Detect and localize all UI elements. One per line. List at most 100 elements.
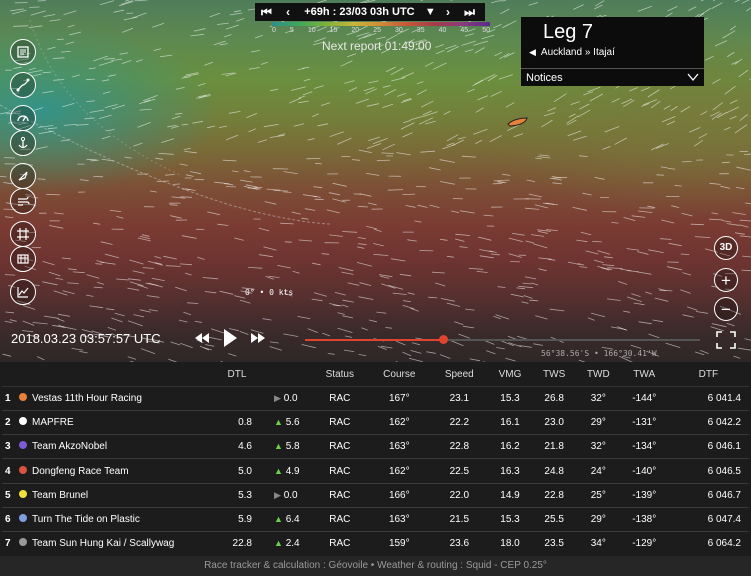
team-name[interactable]: Dongfeng Race Team (32, 458, 222, 484)
col-dtl[interactable]: DTL (222, 364, 252, 387)
vmg-value: 14.9 (487, 483, 533, 508)
team-color-dot (14, 458, 32, 484)
col-twd[interactable]: TWD (575, 364, 621, 387)
leg-route: ◀ Auckland » Itajaí (529, 47, 615, 58)
team-name[interactable]: Team Brunel (32, 483, 222, 508)
fullscreen-icon[interactable] (716, 331, 736, 349)
twa-value: -139° (620, 483, 668, 508)
col-course[interactable]: Course (367, 364, 431, 387)
twa-value: -131° (620, 410, 668, 436)
caret-left-icon[interactable]: ◀ (529, 47, 536, 57)
gauge-icon[interactable] (10, 105, 36, 131)
boat-marker[interactable] (507, 117, 529, 127)
tws-value: 21.8 (532, 434, 576, 460)
col-rank (2, 364, 14, 387)
team-name[interactable]: Vestas 11th Hour Racing (32, 386, 222, 411)
ranking-row[interactable]: 1 Vestas 11th Hour Racing ▶ 0.0 RAC 167° 23.1… (2, 386, 749, 411)
col-vmg[interactable]: VMG (487, 364, 533, 387)
leg-route-label: Auckland » Itajaí (540, 47, 615, 58)
wind-speed-tick: 50 (482, 27, 490, 34)
status-value: RAC (312, 531, 368, 557)
rewind-icon[interactable] (194, 332, 210, 344)
tws-value: 25.5 (532, 507, 576, 533)
triangle-up-icon: ▲ (274, 538, 283, 549)
dtl-value: 4.6 (222, 434, 252, 460)
twa-value: -138° (620, 507, 668, 533)
team-name[interactable]: MAPFRE (32, 410, 222, 436)
zoom-out-button[interactable]: − (714, 297, 738, 321)
delta-value: 6.4 (285, 514, 300, 526)
layers-icon[interactable] (10, 246, 36, 272)
anchor-icon[interactable] (10, 130, 36, 156)
route-icon[interactable] (10, 72, 36, 98)
step-forward-icon[interactable]: › (446, 5, 454, 19)
play-icon[interactable] (222, 328, 238, 348)
team-name[interactable]: Turn The Tide on Plastic (32, 507, 222, 533)
team-color-dot (14, 483, 32, 508)
wind-speed-tick: 25 (373, 27, 381, 34)
wind-icon[interactable] (10, 188, 36, 214)
step-back-icon[interactable]: ‹ (286, 5, 294, 19)
boat-list-icon[interactable] (10, 39, 36, 65)
ranking-row[interactable]: 3 Team AkzoNobel 4.6 ▲ 5.8 RAC 163° 22.8 16.2 21… (2, 434, 749, 460)
rank-number: 3 (2, 434, 14, 460)
zoom-in-button[interactable]: + (714, 268, 738, 292)
ranking-row[interactable]: 5 Team Brunel 5.3 ▶ 0.0 RAC 166° 22.0 14.9 22.8 2… (2, 483, 749, 508)
skip-first-icon[interactable]: ⏮ (261, 5, 276, 20)
grid-icon[interactable] (10, 221, 36, 247)
course-value: 163° (367, 434, 431, 460)
delta-value: 2.4 (285, 538, 300, 550)
skip-last-icon[interactable]: ⏭ (464, 5, 479, 20)
vmg-value: 15.3 (487, 507, 533, 533)
notices-dropdown[interactable]: Notices (521, 68, 704, 86)
delta-cell: ▲ 4.9 (252, 458, 312, 484)
col-twa[interactable]: TWA (620, 364, 668, 387)
triangle-up-icon: ▲ (274, 441, 283, 452)
wind-speed-tick: 35 (416, 27, 425, 34)
col-tws[interactable]: TWS (532, 364, 576, 387)
fast-forward-icon[interactable] (250, 332, 266, 344)
rank-number: 2 (2, 410, 14, 436)
rank-number: 1 (2, 386, 14, 411)
delta-cell: ▶ 0.0 (252, 483, 312, 508)
team-name[interactable]: Team AkzoNobel (32, 434, 222, 460)
team-color-dot (14, 531, 32, 557)
wind-speed-gradient (272, 22, 490, 26)
dtf-value: 6 047.4 (667, 507, 749, 533)
team-color-swatch (19, 514, 27, 523)
speed-value: 22.0 (430, 483, 488, 508)
wind-speed-tick: 40 (438, 27, 447, 34)
wind-speed-legend: 0 5 10 15 20 25 30 35 40 45 50 (272, 22, 490, 34)
triangle-right-icon: ▶ (274, 489, 281, 500)
status-value: RAC (312, 483, 368, 508)
speed-value: 22.2 (430, 410, 488, 436)
playback-timeline[interactable] (305, 335, 700, 344)
team-color-swatch (19, 489, 27, 498)
weather-map[interactable]: ⏮ ‹ +69h : 23/03 03h UTC ▼ › ⏭ 0 5 10 15 20 2… (0, 0, 751, 362)
delta-value: 5.8 (285, 441, 300, 453)
view-3d-button[interactable]: 3D (714, 236, 738, 260)
dtf-value: 6 041.4 (667, 386, 749, 411)
col-dtf[interactable]: DTF (667, 364, 749, 387)
compass-icon[interactable] (10, 163, 36, 189)
team-color-swatch (19, 392, 27, 401)
chevron-down-icon[interactable]: ▼ (425, 6, 436, 18)
tws-value: 23.0 (532, 410, 576, 436)
team-name[interactable]: Team Sun Hung Kai / Scallywag (32, 531, 222, 557)
ranking-row[interactable]: 2 MAPFRE 0.8 ▲ 5.6 RAC 162° 22.2 16.1 23.0 29° -13… (2, 410, 749, 436)
col-speed[interactable]: Speed (430, 364, 488, 387)
ranking-row[interactable]: 4 Dongfeng Race Team 5.0 ▲ 4.9 RAC 162° 22.5 16… (2, 458, 749, 484)
dtl-value (222, 386, 252, 411)
next-report-countdown: Next report 01:49:00 (322, 39, 432, 53)
delta-cell: ▲ 2.4 (252, 531, 312, 557)
ranking-row[interactable]: 6 Turn The Tide on Plastic 5.9 ▲ 6.4 RAC 163°… (2, 507, 749, 533)
col-status[interactable]: Status (312, 364, 368, 387)
timeline-progress (305, 339, 444, 341)
credits-footer: Race tracker & calculation : Géovoile • … (0, 556, 751, 576)
cursor-coordinates: 56°38.56'S • 166°30.41'W (541, 349, 657, 358)
course-value: 166° (367, 483, 431, 508)
ranking-row[interactable]: 7 Team Sun Hung Kai / Scallywag 22.8 ▲ 2.4 R… (2, 531, 749, 557)
chart-icon[interactable] (10, 279, 36, 305)
forecast-time-label: +69h : 23/03 03h UTC (304, 6, 415, 18)
ranking-header-row: DTL Status Course Speed VMG TWS TWD TWA … (2, 364, 749, 387)
